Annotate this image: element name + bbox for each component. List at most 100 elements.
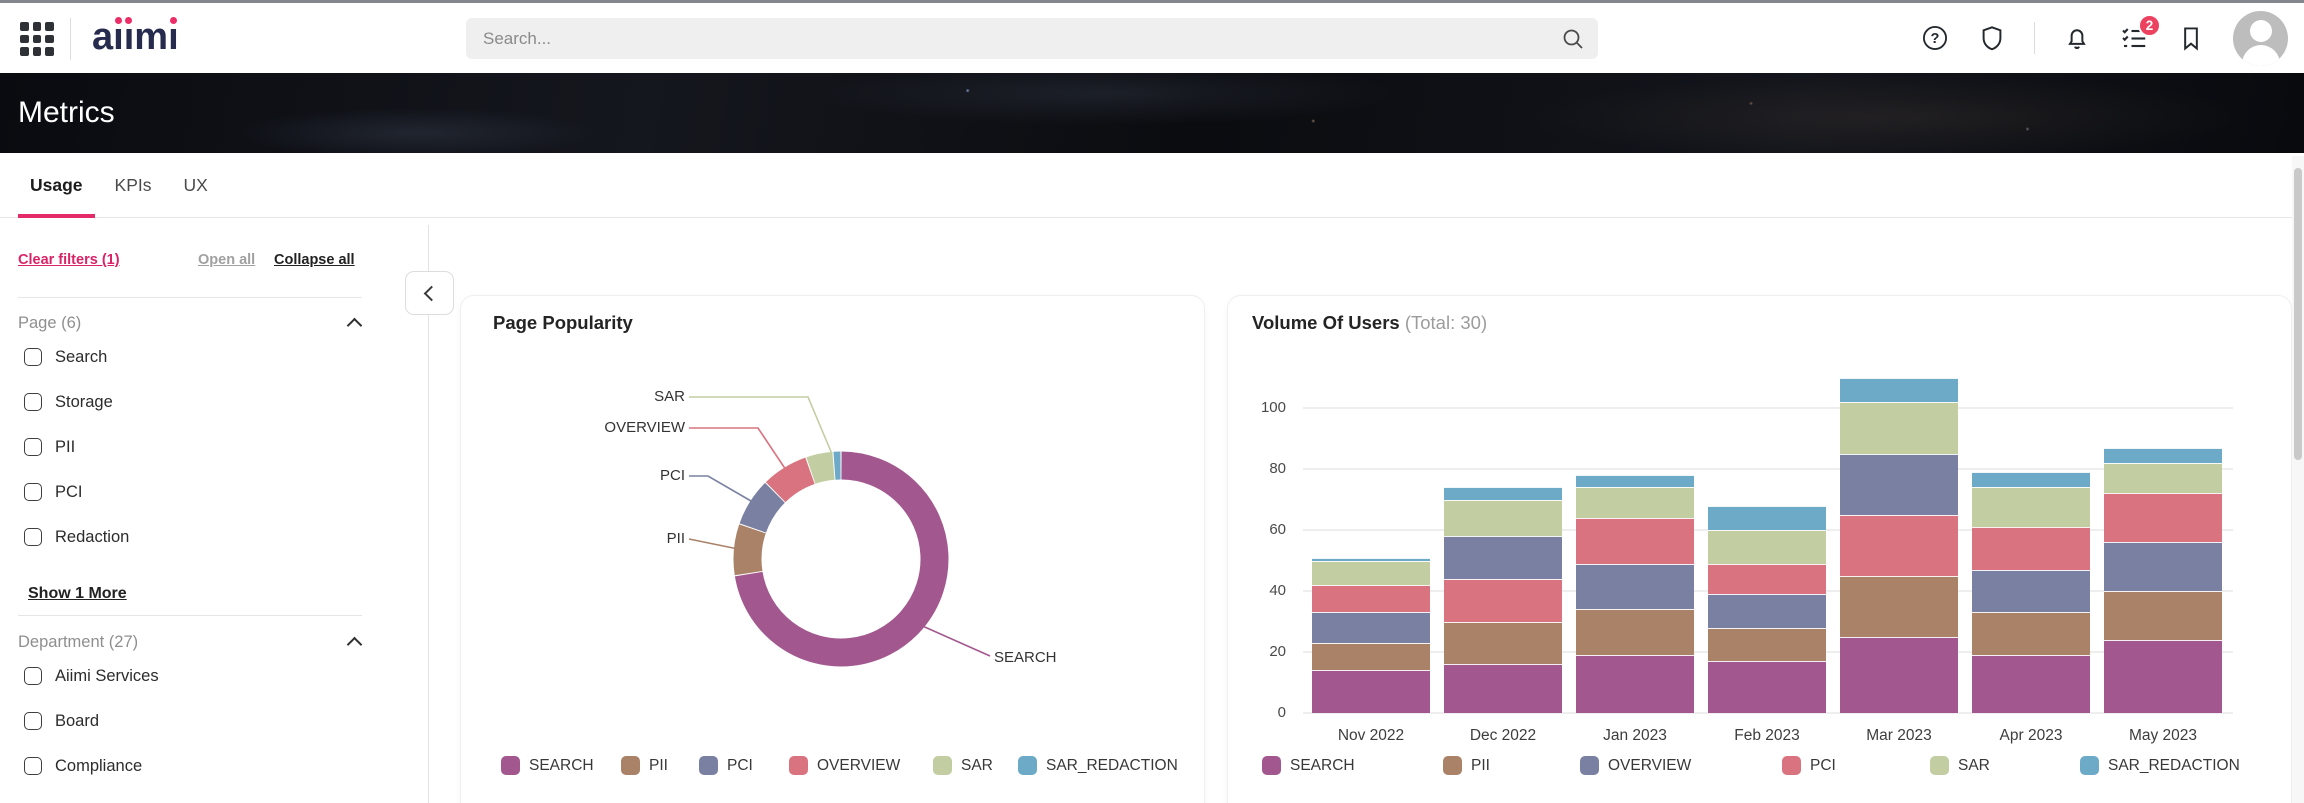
stacked-bar-dec-2022: [1444, 487, 1562, 713]
filter-section-title: Page (6): [18, 314, 81, 332]
filter-section-header[interactable]: Page (6): [18, 314, 362, 338]
filter-option-row: Redaction: [24, 525, 129, 549]
volume-of-users-card: Volume Of Users (Total: 30) 020406080100…: [1227, 295, 2292, 803]
bar-segment-overview: [1576, 564, 1694, 610]
legend-item-pii[interactable]: PII: [1443, 756, 1490, 775]
bar-segment-sar_redaction: [2104, 448, 2222, 463]
tab-ux[interactable]: UX: [172, 153, 220, 217]
apps-grid-icon[interactable]: [20, 22, 54, 56]
legend-item-sar_redaction[interactable]: SAR_REDACTION: [1018, 756, 1178, 775]
bar-segment-search: [1576, 655, 1694, 713]
x-axis-tick-label: May 2023: [2093, 727, 2233, 745]
bar-segment-pii: [1444, 622, 1562, 665]
stacked-bar-apr-2023: [1972, 472, 2090, 713]
gridline: [1303, 407, 2233, 409]
bar-segment-overview: [1972, 570, 2090, 613]
y-axis-tick-label: 60: [1228, 521, 1286, 538]
legend-swatch: [1018, 756, 1037, 775]
bar-segment-search: [2104, 640, 2222, 713]
show-more-link[interactable]: Show 1 More: [28, 585, 127, 603]
search-input[interactable]: [466, 18, 1598, 59]
tasks-icon[interactable]: 2: [2119, 23, 2149, 53]
legend-item-pci[interactable]: PCI: [699, 756, 753, 775]
filter-option-row: Storage: [24, 390, 113, 414]
legend-label: SEARCH: [1290, 757, 1355, 775]
legend-item-sar_redaction[interactable]: SAR_REDACTION: [2080, 756, 2240, 775]
legend-swatch: [501, 756, 520, 775]
donut-leader-line: [689, 397, 832, 454]
legend-label: SEARCH: [529, 757, 594, 775]
legend-swatch: [699, 756, 718, 775]
bar-segment-pci: [1972, 527, 2090, 570]
filter-option-label: Aiimi Services: [55, 667, 159, 686]
bar-segment-pii: [2104, 591, 2222, 640]
bar-segment-sar: [1972, 487, 2090, 527]
x-axis-tick-label: Nov 2022: [1301, 727, 1441, 745]
bar-segment-pci: [1708, 564, 1826, 595]
sidebar-divider-line: [18, 615, 362, 616]
bar-segment-pci: [1576, 518, 1694, 564]
checkbox[interactable]: [24, 528, 42, 546]
legend-label: SAR: [1958, 757, 1990, 775]
legend-label: PII: [649, 757, 668, 775]
legend-item-search[interactable]: SEARCH: [1262, 756, 1355, 775]
legend-item-overview[interactable]: OVERVIEW: [1580, 756, 1691, 775]
collapse-all-link[interactable]: Collapse all: [274, 252, 355, 268]
checkbox[interactable]: [24, 393, 42, 411]
y-axis-tick-label: 0: [1228, 704, 1286, 721]
legend-label: PII: [1471, 757, 1490, 775]
help-icon[interactable]: ?: [1920, 23, 1950, 53]
avatar[interactable]: [2233, 11, 2288, 66]
donut-slice-pii: [748, 529, 753, 573]
bar-segment-sar_redaction: [1708, 506, 1826, 530]
filter-option-row: Board: [24, 709, 99, 733]
tab-usage[interactable]: Usage: [18, 153, 95, 217]
checkbox[interactable]: [24, 712, 42, 730]
bar-segment-pii: [1576, 609, 1694, 655]
aiimi-logo[interactable]: aıımı: [92, 16, 179, 59]
shield-icon[interactable]: [1977, 23, 2007, 53]
collapse-sidebar-button[interactable]: [405, 271, 454, 315]
logo-letter: m: [134, 16, 168, 58]
bookmark-icon[interactable]: [2176, 23, 2206, 53]
x-axis-tick-label: Dec 2022: [1433, 727, 1573, 745]
checkbox[interactable]: [24, 757, 42, 775]
bar-segment-overview: [1312, 612, 1430, 643]
legend-item-sar[interactable]: SAR: [1930, 756, 1990, 775]
logo-letter-i: ı: [113, 16, 124, 59]
notifications-icon[interactable]: [2062, 23, 2092, 53]
scrollbar-thumb[interactable]: [2294, 168, 2302, 460]
filter-option-label: Storage: [55, 393, 113, 412]
donut-callout-label: PII: [667, 529, 685, 549]
chevron-up-icon: [347, 637, 363, 653]
legend-item-pci[interactable]: PCI: [1782, 756, 1836, 775]
bar-segment-sar: [1708, 530, 1826, 564]
filter-option-row: PII: [24, 435, 75, 459]
legend-label: SAR_REDACTION: [2108, 757, 2240, 775]
chevron-up-icon: [347, 318, 363, 334]
clear-filters-link[interactable]: Clear filters (1): [18, 252, 120, 268]
open-all-link[interactable]: Open all: [198, 252, 255, 268]
x-axis-tick-label: Apr 2023: [1961, 727, 2101, 745]
legend-swatch: [1580, 756, 1599, 775]
search-icon[interactable]: [1561, 27, 1585, 51]
checkbox[interactable]: [24, 438, 42, 456]
legend-item-search[interactable]: SEARCH: [501, 756, 594, 775]
legend-item-sar[interactable]: SAR: [933, 756, 993, 775]
bar-segment-sar_redaction: [1840, 378, 1958, 402]
x-axis-tick-label: Mar 2023: [1829, 727, 1969, 745]
filter-option-label: Redaction: [55, 528, 129, 547]
legend-swatch: [621, 756, 640, 775]
stacked-bar-may-2023: [2104, 448, 2222, 713]
y-axis-tick-label: 80: [1228, 460, 1286, 477]
donut-slice-search: [749, 466, 935, 653]
checkbox[interactable]: [24, 348, 42, 366]
bar-segment-search: [1708, 661, 1826, 713]
filter-section-header[interactable]: Department (27): [18, 633, 362, 657]
legend-item-pii[interactable]: PII: [621, 756, 668, 775]
logo-letter: a: [92, 16, 113, 58]
legend-item-overview[interactable]: OVERVIEW: [789, 756, 900, 775]
tab-kpis[interactable]: KPIs: [103, 153, 164, 217]
checkbox[interactable]: [24, 483, 42, 501]
checkbox[interactable]: [24, 667, 42, 685]
